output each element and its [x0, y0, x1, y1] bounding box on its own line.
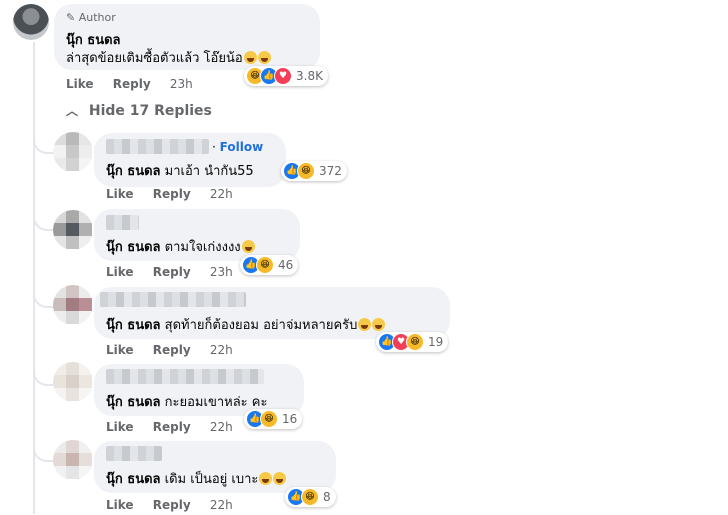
reaction-summary[interactable]: 👍 😆 372 [281, 161, 347, 181]
love-icon: ♥ [274, 67, 292, 85]
reaction-count: 16 [282, 412, 298, 426]
reaction-summary[interactable]: 👍 😆 16 [244, 409, 303, 429]
reply-button[interactable]: Reply [153, 420, 191, 434]
avatar[interactable] [53, 285, 93, 325]
laughing-emoji-icon [241, 240, 255, 253]
reply-button[interactable]: Reply [153, 265, 191, 279]
mentioned-name[interactable]: นุ๊ก ธนดล [106, 318, 161, 333]
haha-icon: 😆 [260, 410, 278, 428]
avatar[interactable] [53, 440, 93, 480]
follow-link[interactable]: · Follow [212, 140, 263, 154]
laughing-emoji-icon [372, 318, 386, 331]
reaction-count: 8 [323, 490, 331, 504]
blurred-username [106, 369, 264, 384]
mentioned-name[interactable]: นุ๊ก ธนดล [106, 472, 161, 487]
comment-text-body: สุดท้ายก็ต้องยอม อย่าจ่มหลายครับ [164, 318, 358, 333]
laughing-emoji-icon [259, 472, 273, 485]
author-badge-label: Author [78, 11, 116, 24]
comment-actions: Like Reply 23h [66, 77, 208, 91]
avatar[interactable] [13, 4, 49, 40]
avatar[interactable] [53, 362, 93, 402]
like-button[interactable]: Like [106, 187, 134, 201]
mentioned-name[interactable]: นุ๊ก ธนดล [106, 240, 161, 255]
timestamp[interactable]: 23h [170, 77, 193, 91]
comment-actions: Like Reply 22h [106, 498, 248, 512]
comment-text: นุ๊ก ธนดล สุดท้ายก็ต้องยอม อย่าจ่มหลายคร… [106, 314, 386, 335]
avatar[interactable] [53, 210, 93, 250]
blurred-username [106, 139, 209, 154]
reply-button[interactable]: Reply [153, 498, 191, 512]
hide-replies-button[interactable]: ︿ Hide 17 Replies [66, 102, 212, 119]
comment-text: นุ๊ก ธนดล กะยอมเขาหล่ะ คะ [106, 391, 267, 412]
mentioned-name[interactable]: นุ๊ก ธนดล [106, 395, 161, 410]
comment-text: นุ๊ก ธนดล มาเอ้า นำกัน55 [106, 160, 254, 181]
reply-button[interactable]: Reply [153, 187, 191, 201]
mentioned-name[interactable]: นุ๊ก ธนดล [106, 164, 161, 179]
reaction-count: 46 [278, 258, 294, 272]
like-button[interactable]: Like [106, 498, 134, 512]
reply-button[interactable]: Reply [113, 77, 151, 91]
like-button[interactable]: Like [106, 265, 134, 279]
comment-actions: Like Reply 22h [106, 343, 248, 357]
comment-text: ล่าสุดข้อยเติมซื้อตัวแล้ว โอ๊ยน้อ [66, 47, 271, 68]
comment-text: นุ๊ก ธนดล ตามใจเก่งงงง [106, 236, 255, 257]
chevron-up-icon: ︿ [66, 104, 79, 118]
haha-icon: 😆 [297, 162, 315, 180]
reaction-summary[interactable]: 👍 ♥ 😆 19 [376, 332, 449, 352]
hide-replies-label: Hide 17 Replies [88, 103, 212, 119]
pencil-icon: ✎ [66, 11, 76, 24]
timestamp[interactable]: 23h [210, 265, 233, 279]
blurred-username [100, 292, 246, 307]
laughing-emoji-icon [273, 472, 287, 485]
laughing-emoji-icon [243, 51, 257, 64]
comment-text-body: ตามใจเก่งงงง [164, 240, 241, 255]
timestamp[interactable]: 22h [210, 343, 233, 357]
timestamp[interactable]: 22h [210, 498, 233, 512]
comment-actions: Like Reply 22h [106, 420, 248, 434]
blurred-username [106, 215, 139, 230]
comment-actions: Like Reply 22h [106, 187, 248, 201]
avatar[interactable] [53, 132, 93, 172]
reaction-count: 19 [428, 335, 444, 349]
like-button[interactable]: Like [106, 343, 134, 357]
laughing-emoji-icon [358, 318, 372, 331]
like-button[interactable]: Like [106, 420, 134, 434]
laughing-emoji-icon [257, 51, 271, 64]
comment-actions: Like Reply 23h [106, 265, 248, 279]
like-button[interactable]: Like [66, 77, 94, 91]
timestamp[interactable]: 22h [210, 420, 233, 434]
comment-text-body: เดิม เป็นอยู่ เบาะ [164, 472, 259, 487]
haha-icon: 😆 [406, 333, 424, 351]
follow-label: Follow [219, 140, 264, 154]
reaction-count: 3.8K [296, 69, 323, 83]
reaction-summary[interactable]: 👍 😆 46 [240, 255, 299, 275]
comment-text: นุ๊ก ธนดล เดิม เป็นอยู่ เบาะ [106, 468, 287, 489]
reaction-summary[interactable]: 👍 😆 8 [285, 487, 336, 507]
timestamp[interactable]: 22h [210, 187, 233, 201]
blurred-username [106, 446, 162, 461]
comment-text-body: กะยอมเขาหล่ะ คะ [164, 395, 268, 410]
comment-text-body: มาเอ้า นำกัน55 [164, 164, 254, 179]
reaction-summary[interactable]: 😆 👍 ♥ 3.8K [244, 66, 328, 86]
author-badge: ✎ Author [66, 11, 116, 24]
haha-icon: 😆 [256, 256, 274, 274]
comment-text-body: ล่าสุดข้อยเติมซื้อตัวแล้ว โอ๊ยน้อ [66, 51, 243, 66]
reaction-count: 372 [319, 164, 342, 178]
reply-button[interactable]: Reply [153, 343, 191, 357]
haha-icon: 😆 [301, 488, 319, 506]
